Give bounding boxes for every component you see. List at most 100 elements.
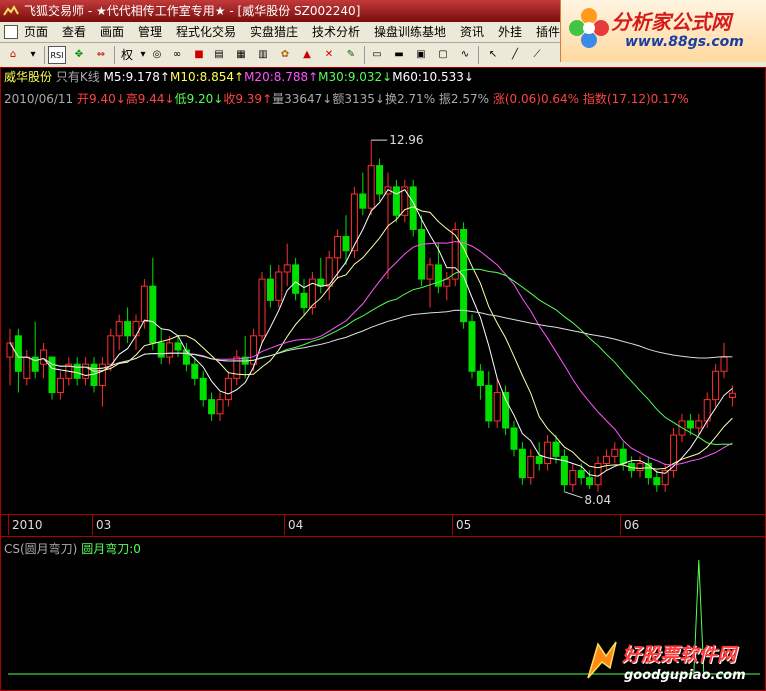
menu-hunt[interactable]: 实盘猎庄: [250, 24, 298, 40]
menu-page[interactable]: 页面: [24, 24, 48, 40]
ma60-line: [9, 309, 733, 370]
stock-name: 威华股份: [4, 70, 53, 84]
menu-manage[interactable]: 管理: [138, 24, 162, 40]
candle-body: [216, 399, 224, 415]
stop-icon[interactable]: ■: [190, 46, 208, 64]
logo-url[interactable]: www.88gs.com: [625, 34, 744, 50]
low-value: 低9.20↓: [174, 92, 224, 106]
turnover-value: 换2.71%: [384, 92, 436, 106]
candle-body: [686, 420, 694, 429]
line-tool-icon[interactable]: ╱: [506, 46, 524, 64]
dropdown-icon[interactable]: ▾: [24, 46, 42, 64]
ma20-value: M20:8.788↑: [244, 70, 319, 84]
bars-icon[interactable]: ▥: [254, 46, 272, 64]
candle-body: [493, 392, 501, 422]
draw-tool-icon[interactable]: ⟋: [528, 46, 546, 64]
grid-icon[interactable]: ▦: [232, 46, 250, 64]
candle-body: [140, 285, 148, 323]
glasses-icon[interactable]: ∞: [168, 46, 186, 64]
candle-body: [166, 342, 174, 358]
candle-body: [73, 363, 81, 379]
candle-body: [695, 420, 703, 429]
logo-text: 分析家公式网: [611, 10, 731, 34]
layout-4-icon[interactable]: ▢: [434, 46, 452, 64]
candle-body: [636, 462, 644, 472]
index-value: 指数(17.12)0.17%: [582, 92, 689, 106]
menu-view[interactable]: 查看: [62, 24, 86, 40]
low-mark-leader: [564, 491, 583, 499]
candle-body: [653, 477, 661, 486]
candle-body: [342, 236, 350, 252]
ma30-line: [9, 268, 733, 446]
candle-body: [376, 165, 384, 195]
axis-tick: [92, 515, 93, 535]
arrows-icon[interactable]: ⇔: [92, 46, 110, 64]
quote-info-line: 2010/06/11 开9.40↓高9.44↓低9.20↓收9.39↑量3364…: [4, 91, 689, 107]
ma-info-line: 威华股份 只有K线 M5:9.178↑M10:8.854↑M20:8.788↑M…: [4, 69, 474, 85]
candle-body: [611, 448, 619, 457]
ma5-value: M5:9.178↑: [103, 70, 170, 84]
menu-plugin-ext[interactable]: 外挂: [498, 24, 522, 40]
menu-screen[interactable]: 画面: [100, 24, 124, 40]
title-separator: -: [87, 4, 93, 18]
axis-label-05: 05: [456, 518, 472, 532]
change-value: 涨(0.06)0.64%: [492, 92, 580, 106]
indicator-label: CS(圆月弯刀) 圆月弯刀:0: [4, 540, 141, 557]
x-icon[interactable]: ✕: [320, 46, 338, 64]
layout-3-icon[interactable]: ▣: [412, 46, 430, 64]
menu-tech-analysis[interactable]: 技术分析: [312, 24, 360, 40]
alert-icon[interactable]: ▲: [298, 46, 316, 64]
candle-body: [149, 285, 157, 344]
high-price-label: 12.96: [389, 133, 423, 147]
layout-2-icon[interactable]: ▬: [390, 46, 408, 64]
pen-icon[interactable]: ✎: [342, 46, 360, 64]
time-axis: 2010 03 04 05 06: [0, 514, 766, 537]
candle-body: [6, 342, 14, 358]
wave-icon[interactable]: ∿: [456, 46, 474, 64]
chart-icon[interactable]: ▤: [210, 46, 228, 64]
candle-body: [208, 399, 216, 415]
candle-body: [124, 321, 132, 337]
amount-value: 额3135↓: [332, 92, 385, 106]
candle-body: [586, 477, 594, 486]
menu-training[interactable]: 操盘训练基地: [374, 24, 446, 40]
cursor-icon[interactable]: ↖: [484, 46, 502, 64]
home-icon[interactable]: ⌂: [4, 46, 22, 64]
candle-body: [577, 470, 585, 479]
candle-body: [602, 455, 610, 464]
ma20-line: [9, 240, 733, 466]
axis-label-06: 06: [624, 518, 640, 532]
move-icon[interactable]: ✥: [70, 46, 88, 64]
app-icon[interactable]: [3, 5, 19, 17]
candle-body: [502, 392, 510, 429]
watermark: 好股票软件网 goodgupiao.com: [580, 634, 766, 690]
candle-body: [476, 370, 484, 386]
candle-body: [518, 448, 526, 479]
candle-body: [392, 186, 400, 216]
candlestick-chart[interactable]: 12.96 8.04: [0, 108, 766, 514]
ma10-value: M10:8.854↑: [170, 70, 245, 84]
candle-body: [224, 377, 232, 401]
menu-program-trading[interactable]: 程式化交易: [176, 24, 236, 40]
axis-label-04: 04: [288, 518, 304, 532]
layout-1-icon[interactable]: ▭: [368, 46, 386, 64]
indicator-value: 圆月弯刀:0: [81, 542, 141, 556]
chart-doc-icon[interactable]: [4, 25, 18, 39]
candle-body: [292, 264, 300, 294]
menu-plugin[interactable]: 插件: [536, 24, 560, 40]
rsi-button[interactable]: RSI: [48, 46, 66, 64]
candle-body: [418, 228, 426, 280]
candle-body: [23, 356, 31, 379]
binoculars-icon[interactable]: ◎: [148, 46, 166, 64]
settings-icon[interactable]: ✿: [276, 46, 294, 64]
axis-tick: [620, 515, 621, 535]
ma60-value: M60:10.533↓: [392, 70, 474, 84]
high-value: 高9.44↓: [125, 92, 175, 106]
candle-body: [157, 342, 165, 358]
axis-label-2010: 2010: [12, 518, 43, 532]
menu-news[interactable]: 资讯: [460, 24, 484, 40]
candle-body: [426, 264, 434, 280]
axis-tick: [284, 515, 285, 535]
candle-body: [82, 363, 90, 379]
candle-body: [510, 427, 518, 450]
